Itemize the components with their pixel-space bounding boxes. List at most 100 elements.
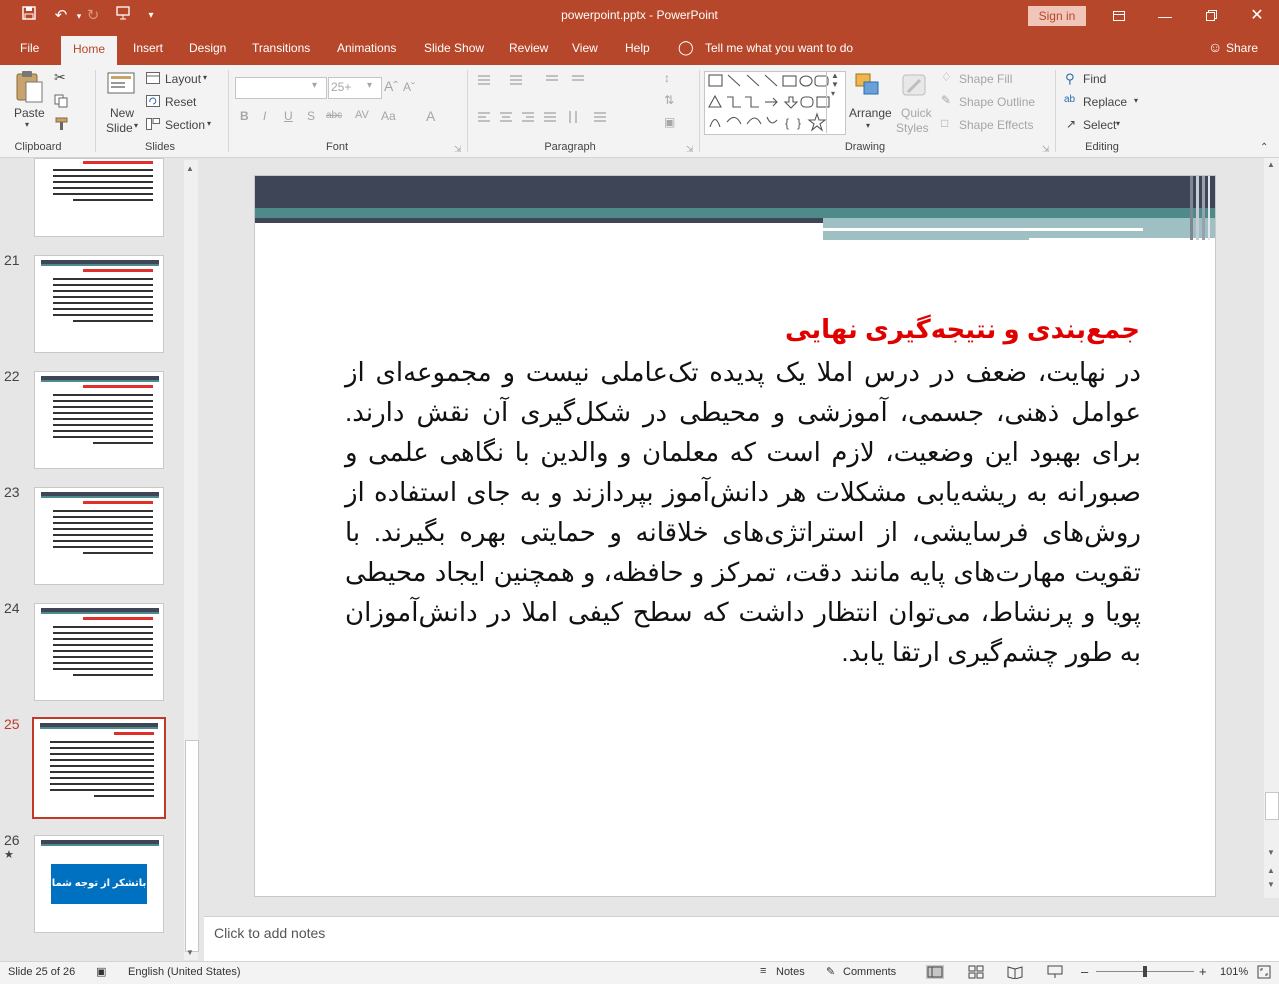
slide-thumbnail[interactable] [34, 371, 164, 469]
shape-fill-button[interactable]: Shape Fill [959, 72, 1012, 86]
tell-me-search[interactable]: Tell me what you want to do [705, 41, 853, 55]
tab-help[interactable]: Help [625, 41, 650, 55]
select-button[interactable]: Select [1083, 118, 1116, 132]
bold-icon[interactable]: B [240, 109, 249, 123]
slide-title[interactable]: جمع‌بندی و نتیجه‌گیری نهایی [785, 314, 1140, 345]
slide-show-view-icon[interactable] [1047, 965, 1063, 982]
notes-placeholder[interactable]: Click to add notes [214, 925, 325, 941]
new-slide-button[interactable]: New [110, 106, 134, 120]
slide-thumbnail[interactable] [34, 158, 164, 237]
shapes-gallery-scroll[interactable]: ▲ ▼ ▾ [826, 71, 845, 133]
layout-dropdown-icon[interactable]: ▾ [203, 73, 207, 82]
slide-scrollbar[interactable]: ▲ ▼ ▲ ▼ [1264, 158, 1279, 898]
align-text-icon[interactable]: ⇅ [664, 93, 674, 107]
character-spacing-icon[interactable]: AV [355, 109, 369, 121]
shape-effects-button[interactable]: Shape Effects [959, 118, 1034, 132]
notes-toggle-button[interactable]: Notes [776, 966, 805, 978]
underline-icon[interactable]: U [284, 109, 293, 123]
fit-to-window-icon[interactable] [1257, 965, 1271, 982]
tab-slide-show[interactable]: Slide Show [424, 41, 484, 55]
zoom-in-icon[interactable]: + [1199, 964, 1207, 979]
shapes-gallery[interactable]: {} [704, 71, 846, 135]
paste-dropdown-icon[interactable]: ▾ [25, 120, 29, 129]
copy-icon[interactable] [54, 94, 70, 111]
tab-file[interactable]: File [20, 41, 39, 55]
sign-in-button[interactable]: Sign in [1028, 6, 1086, 26]
shape-outline-button[interactable]: Shape Outline [959, 95, 1035, 109]
notes-pane[interactable] [204, 916, 1279, 962]
comments-toggle-button[interactable]: Comments [843, 966, 896, 978]
text-direction-icon[interactable]: ↕ [664, 71, 670, 85]
shape-fill-icon: ♢ [941, 70, 952, 84]
section-dropdown-icon[interactable]: ▾ [207, 119, 211, 128]
new-slide-icon[interactable] [106, 70, 138, 101]
format-painter-icon[interactable] [54, 117, 70, 134]
select-dropdown-icon[interactable]: ▾ [1116, 119, 1120, 128]
replace-dropdown-icon[interactable]: ▾ [1134, 96, 1138, 105]
tab-view[interactable]: View [572, 41, 598, 55]
thumbnail-scrollbar[interactable]: ▲ ▼ [184, 160, 199, 960]
replace-button[interactable]: Replace [1083, 95, 1127, 109]
new-slide-dropdown-icon[interactable]: ▾ [134, 121, 138, 130]
grow-font-icon[interactable]: Aˆ [384, 78, 398, 94]
zoom-level[interactable]: 101% [1220, 966, 1248, 978]
zoom-out-icon[interactable]: – [1081, 964, 1088, 979]
tab-design[interactable]: Design [189, 41, 226, 55]
find-button[interactable]: Find [1083, 72, 1106, 86]
thumbnail-scroll-thumb[interactable] [185, 740, 199, 952]
slide-canvas[interactable]: جمع‌بندی و نتیجه‌گیری نهایی در نهایت، ضع… [254, 175, 1216, 897]
section-button[interactable]: Section [165, 118, 205, 132]
next-slide-icon[interactable]: ▼ [1267, 880, 1275, 889]
close-icon[interactable]: ✕ [1242, 5, 1272, 27]
quick-styles-icon[interactable] [900, 72, 930, 103]
group-separator [228, 70, 229, 152]
slide-thumbnail[interactable] [34, 255, 164, 353]
new-slide-label-line2[interactable]: Slide [106, 121, 133, 135]
arrange-dropdown-icon[interactable]: ▾ [866, 121, 870, 130]
font-size-dropdown-icon[interactable]: ▾ [367, 80, 372, 91]
strikethrough-icon[interactable]: abc [326, 110, 342, 121]
paste-button[interactable]: Paste [14, 106, 45, 120]
font-color-icon[interactable]: A [426, 108, 435, 124]
quick-styles-button[interactable]: Quick [901, 106, 932, 120]
spell-check-icon[interactable]: ▣ [96, 965, 106, 978]
collapse-ribbon-icon[interactable]: ⌃ [1260, 142, 1268, 153]
slide-thumbnail[interactable] [34, 487, 164, 585]
slide-thumbnail-selected[interactable] [32, 717, 166, 819]
layout-button[interactable]: Layout [165, 72, 201, 86]
reading-view-icon[interactable] [1007, 965, 1023, 982]
normal-view-icon[interactable] [926, 965, 944, 979]
arrange-icon[interactable] [854, 72, 884, 103]
tab-animations[interactable]: Animations [337, 41, 396, 55]
shrink-font-icon[interactable]: Aˇ [403, 80, 415, 94]
cut-icon[interactable]: ✂ [54, 69, 66, 86]
minimize-icon[interactable]: — [1150, 5, 1180, 27]
slide-thumbnail[interactable]: باتشکر از توجه شما [34, 835, 164, 933]
tab-home[interactable]: Home [61, 36, 117, 65]
reset-button[interactable]: Reset [165, 95, 196, 109]
tab-review[interactable]: Review [509, 41, 548, 55]
previous-slide-icon[interactable]: ▲ [1267, 866, 1275, 875]
arrange-button[interactable]: Arrange [849, 106, 892, 120]
tab-transitions[interactable]: Transitions [252, 41, 310, 55]
zoom-slider-thumb[interactable] [1143, 966, 1147, 977]
paragraph-dialog-launcher-icon[interactable]: ⇲ [686, 144, 694, 155]
slide-sorter-view-icon[interactable] [968, 965, 984, 982]
tab-insert[interactable]: Insert [133, 41, 163, 55]
paste-icon[interactable] [14, 70, 44, 107]
restore-icon[interactable] [1196, 5, 1226, 27]
slide-body-text[interactable]: در نهایت، ضعف در درس املا یک پدیده تک‌عا… [345, 352, 1141, 672]
slide-scroll-thumb[interactable] [1265, 792, 1279, 820]
font-dialog-launcher-icon[interactable]: ⇲ [454, 144, 462, 155]
share-button[interactable]: Share [1226, 41, 1258, 55]
ribbon-display-options-icon[interactable] [1104, 5, 1134, 27]
font-name-dropdown-icon[interactable]: ▾ [312, 80, 317, 91]
drawing-dialog-launcher-icon[interactable]: ⇲ [1042, 144, 1050, 155]
quick-styles-label-line2[interactable]: Styles [896, 121, 929, 135]
change-case-icon[interactable]: Aa [381, 109, 396, 123]
slide-thumbnail[interactable] [34, 603, 164, 701]
smartart-icon[interactable]: ▣ [664, 115, 675, 129]
language-indicator[interactable]: English (United States) [128, 966, 241, 978]
text-shadow-icon[interactable]: S [307, 109, 315, 123]
italic-icon[interactable]: I [263, 109, 266, 123]
